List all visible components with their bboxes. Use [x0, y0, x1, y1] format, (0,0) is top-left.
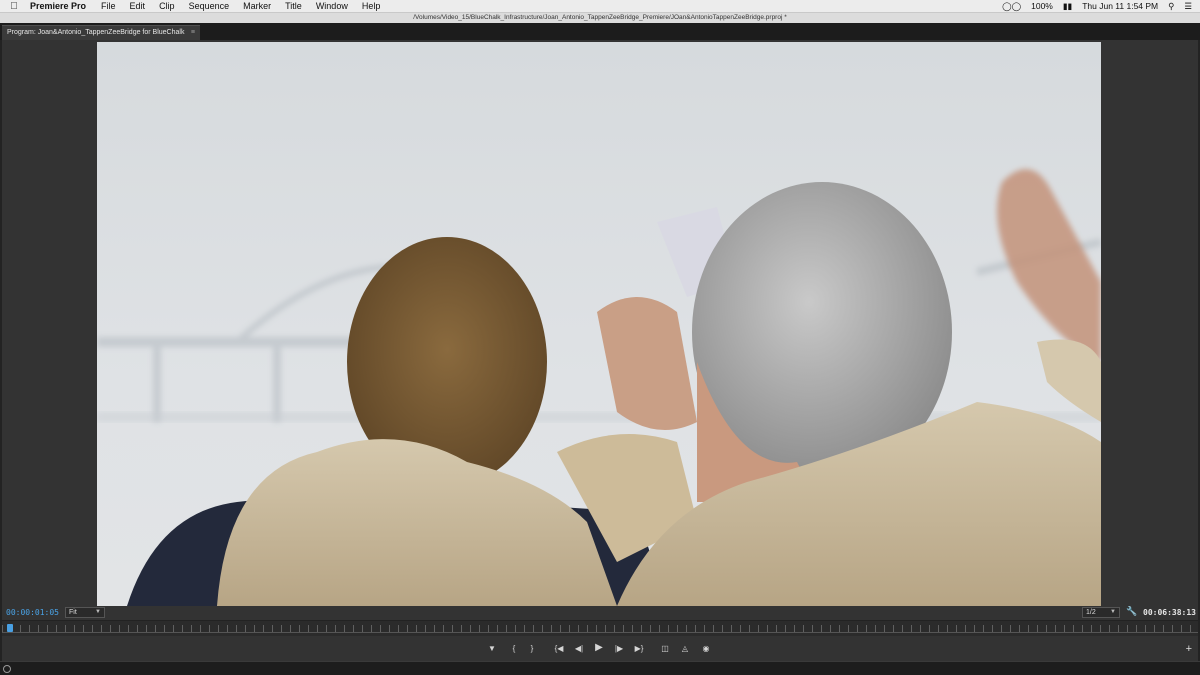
ruler-baseline [2, 632, 1198, 633]
step-forward-icon[interactable]: |▶ [612, 644, 626, 654]
resolution-value: 1/2 [1086, 609, 1096, 616]
out-point-icon[interactable]: } [525, 644, 539, 654]
transport-controls: ▼ { } {◀ ◀| ▶ |▶ ▶} ◫ ◬ ◉ + [2, 636, 1198, 661]
lift-icon[interactable]: ◫ [658, 644, 672, 654]
video-frame-image [97, 42, 1101, 606]
menu-file[interactable]: File [94, 1, 123, 11]
time-ruler[interactable] [2, 620, 1198, 636]
step-back-icon[interactable]: ◀| [572, 644, 586, 654]
program-monitor [2, 40, 1198, 606]
wrench-icon[interactable]: 🔧 [1126, 606, 1137, 617]
menu-edit[interactable]: Edit [123, 1, 153, 11]
camera-icon[interactable]: ◉ [699, 644, 713, 654]
in-point-icon[interactable]: { [507, 644, 521, 654]
tab-label: Program: Joan&Antonio_TappenZeeBridge fo… [7, 29, 185, 36]
chevron-down-icon: ▼ [95, 609, 101, 615]
render-status-icon[interactable] [3, 665, 11, 673]
play-icon[interactable]: ▶ [592, 643, 606, 653]
monitor-info-row: 00:00:01:05 Fit ▼ 1/2 ▼ 🔧 00:06:38:13 [2, 606, 1198, 620]
go-to-in-icon[interactable]: {◀ [552, 644, 566, 654]
clock[interactable]: Thu Jun 11 1:54 PM [1082, 1, 1158, 11]
chevron-down-icon: ▼ [1110, 609, 1116, 615]
system-menubar:  Premiere Pro File Edit Clip Sequence M… [0, 0, 1200, 13]
tab-program-monitor[interactable]: Program: Joan&Antonio_TappenZeeBridge fo… [2, 25, 200, 40]
menu-title[interactable]: Title [278, 1, 309, 11]
duration-timecode: 00:06:38:13 [1143, 608, 1196, 617]
plus-icon[interactable]: + [1186, 644, 1192, 655]
project-path: /Volumes/Video_15/BlueChalk_Infrastructu… [413, 14, 787, 21]
go-to-out-icon[interactable]: ▶} [632, 644, 646, 654]
apple-icon[interactable]:  [0, 1, 28, 12]
menu-sequence[interactable]: Sequence [182, 1, 237, 11]
glasses-icon[interactable]: ◯◯ [1002, 1, 1021, 12]
zoom-value: Fit [69, 609, 77, 616]
panel-menu-icon[interactable]: ≡ [191, 26, 195, 40]
panel-tab-row: Program: Joan&Antonio_TappenZeeBridge fo… [0, 23, 1200, 40]
search-icon[interactable]: ⚲ [1168, 1, 1174, 12]
playhead[interactable] [6, 624, 13, 632]
status-bar [0, 661, 1200, 675]
menu-clip[interactable]: Clip [152, 1, 182, 11]
menu-marker[interactable]: Marker [236, 1, 278, 11]
current-timecode[interactable]: 00:00:01:05 [6, 608, 59, 617]
battery-icon[interactable]: ▮▮ [1063, 1, 1072, 12]
app-menu[interactable]: Premiere Pro [28, 1, 94, 11]
menu-help[interactable]: Help [355, 1, 388, 11]
menu-window[interactable]: Window [309, 1, 355, 11]
menubar-status: ◯◯ 100% ▮▮ Thu Jun 11 1:54 PM ⚲ ☰ [1002, 1, 1200, 12]
list-icon[interactable]: ☰ [1184, 1, 1192, 12]
battery-percent: 100% [1031, 1, 1053, 11]
video-frame[interactable] [97, 42, 1101, 606]
resolution-select[interactable]: 1/2 ▼ [1082, 607, 1120, 618]
window-title-bar: /Volumes/Video_15/BlueChalk_Infrastructu… [0, 13, 1200, 23]
extract-icon[interactable]: ◬ [678, 644, 692, 654]
marker-icon[interactable]: ▼ [485, 644, 499, 654]
zoom-select[interactable]: Fit ▼ [65, 607, 105, 618]
